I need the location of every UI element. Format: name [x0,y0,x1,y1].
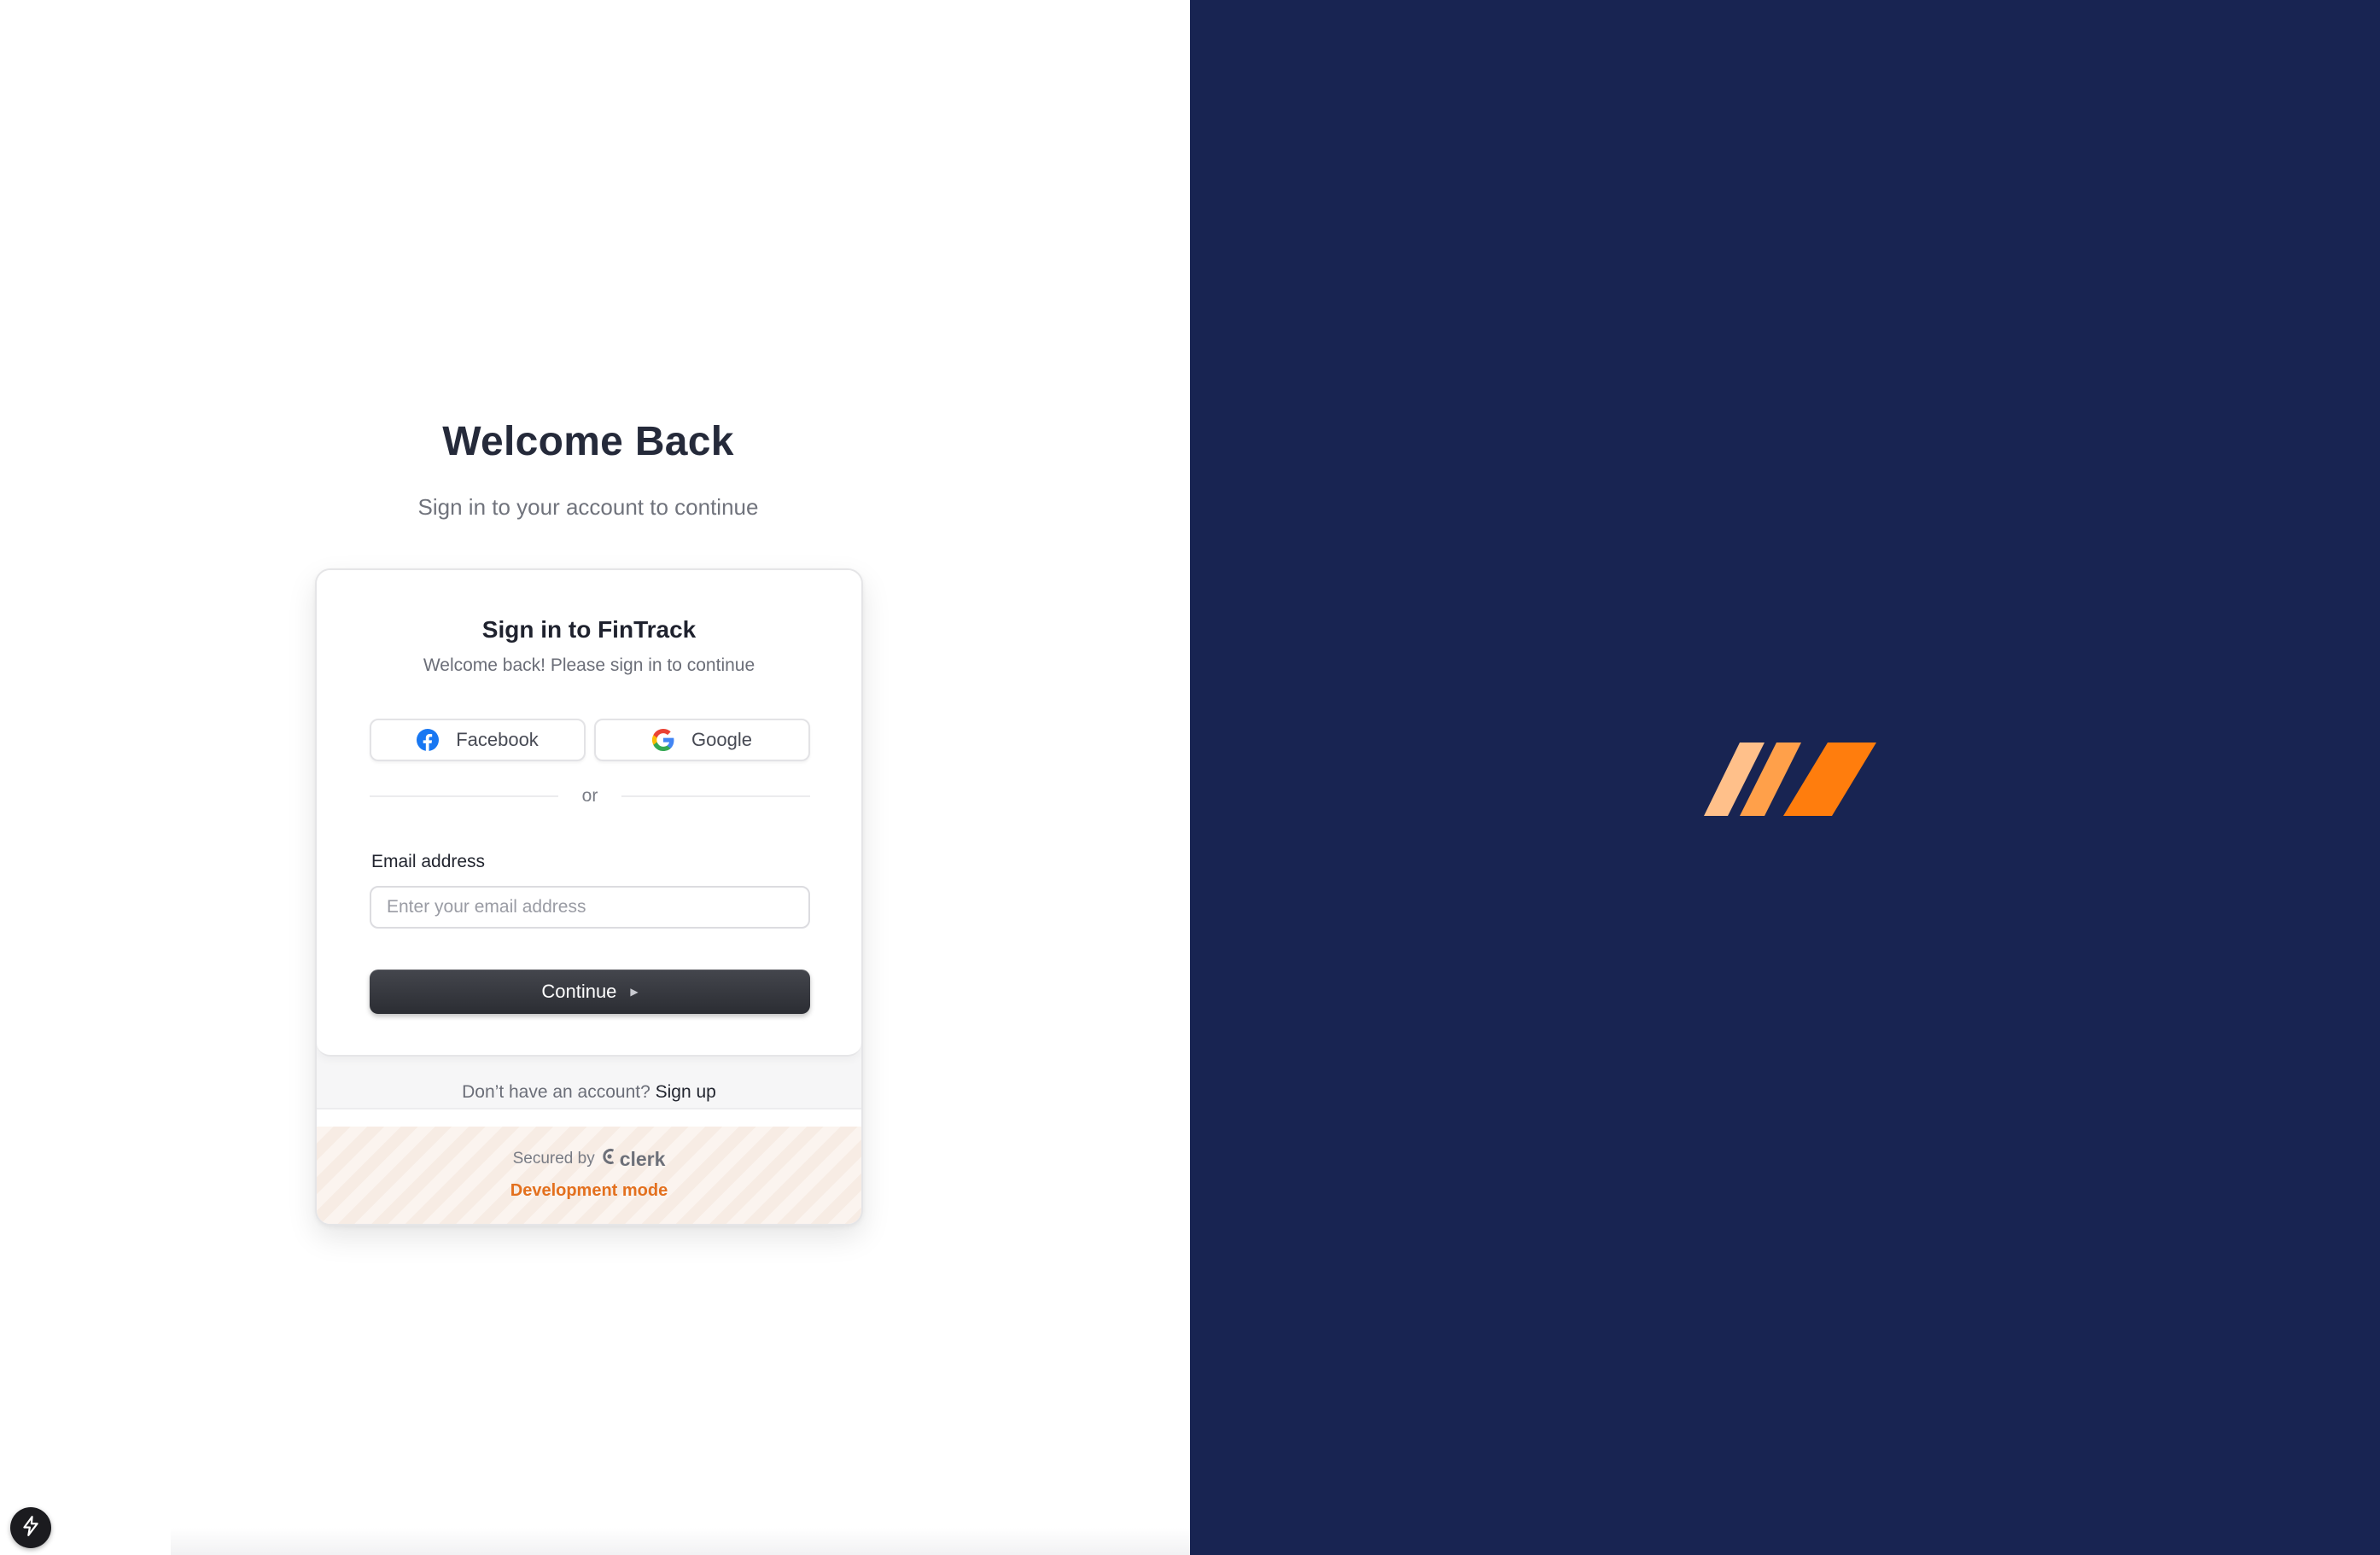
secured-by: Secured by clerk [317,1147,861,1171]
card-title: Sign in to FinTrack [481,616,697,643]
caret-right-icon: ▶ [630,986,639,998]
continue-button[interactable]: Continue ▶ [370,970,810,1014]
clerk-logo-icon [602,1147,617,1171]
social-buttons: Facebook Google [370,719,810,761]
page-subtitle: Sign in to your account to continue [417,494,759,520]
signup-prompt: Don’t have an account? [462,1082,650,1102]
facebook-icon [417,729,440,751]
brand-stripe-3 [1783,743,1876,816]
secured-by-text: Secured by [512,1150,595,1168]
facebook-label: Facebook [456,729,539,750]
dev-tools-badge[interactable] [10,1507,51,1548]
google-button[interactable]: Google [594,719,810,761]
signup-link[interactable]: Sign up [656,1082,716,1102]
page: Welcome Back Sign in to your account to … [0,0,2380,1555]
sign-in-card: Sign in to FinTrack Welcome back! Please… [315,568,863,1226]
or-divider: or [370,783,810,809]
dev-footer: Secured by clerk Development mode [317,1127,861,1224]
clerk-logo[interactable]: clerk [602,1147,666,1171]
bottom-scroll-fade [171,1528,1190,1555]
facebook-button[interactable]: Facebook [370,719,586,761]
bolt-icon [20,1515,42,1541]
sign-in-form: Sign in to FinTrack Welcome back! Please… [317,570,861,1057]
email-input[interactable] [370,886,810,929]
divider-line-left [370,795,558,797]
continue-label: Continue [541,981,617,1002]
dev-mode-label: Development mode [510,1181,668,1200]
brand-stripes-logo [1704,743,1876,816]
divider-text: or [581,786,598,806]
welcome-section: Welcome Back Sign in to your account to … [0,418,1176,521]
google-label: Google [691,729,752,750]
page-title: Welcome Back [442,419,734,464]
divider-line-right [621,795,810,797]
sign-in-pane: Welcome Back Sign in to your account to … [0,0,1190,1555]
card-subtitle: Welcome back! Please sign in to continue [423,655,755,675]
google-icon [652,729,674,751]
clerk-logo-text: clerk [619,1147,666,1170]
email-label: Email address [371,852,486,871]
